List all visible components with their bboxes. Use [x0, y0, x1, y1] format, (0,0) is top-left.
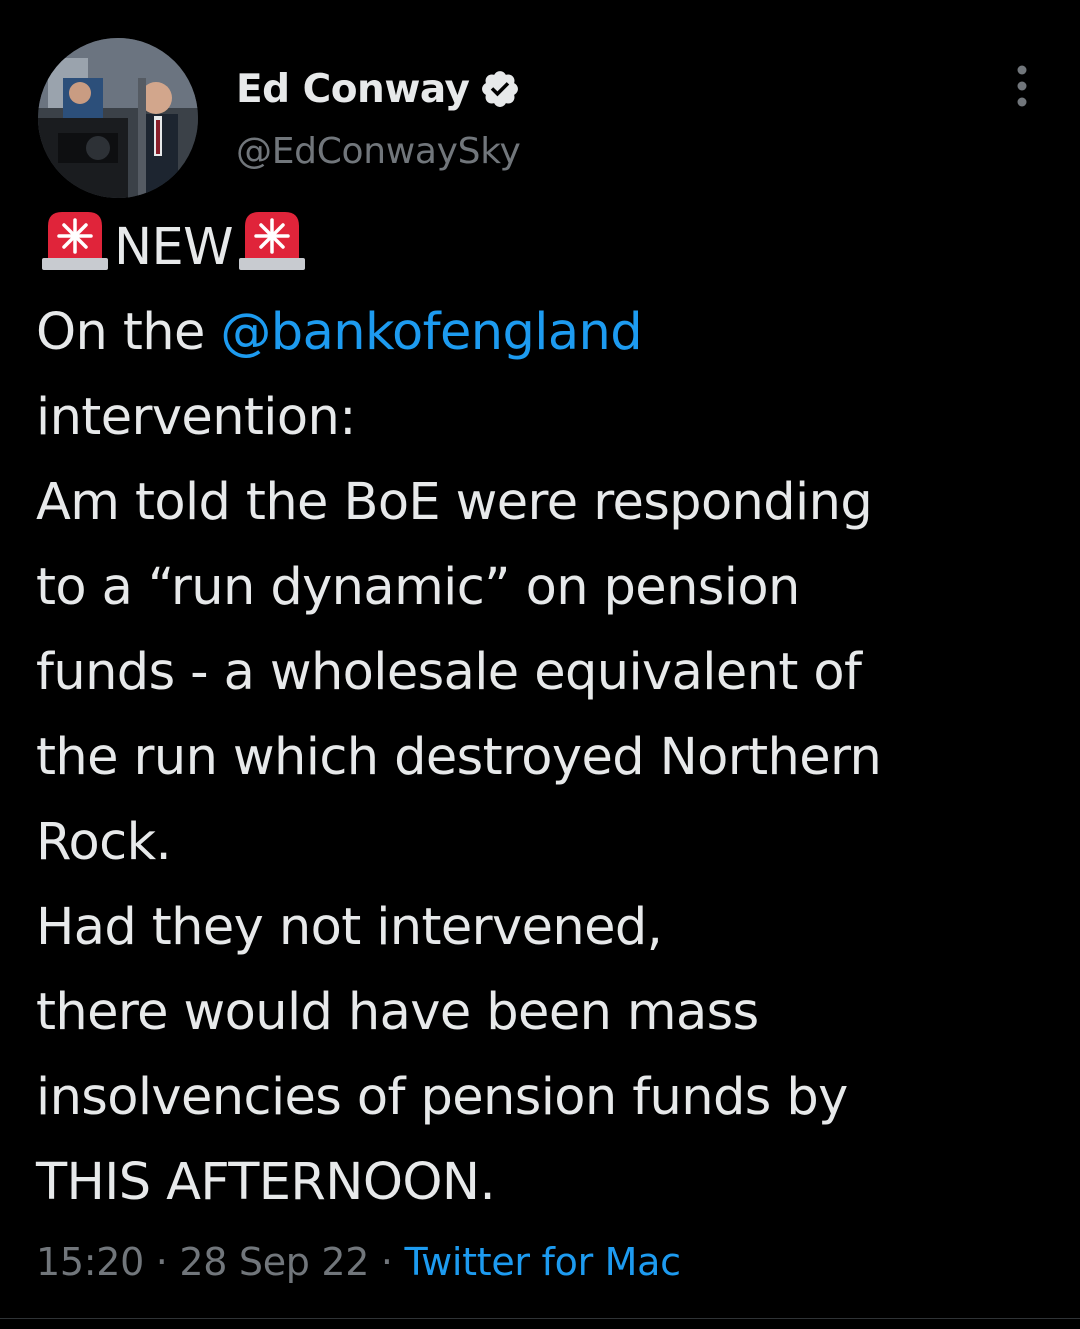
text-line: intervention:: [36, 388, 356, 447]
text-line: On the @bankofengland: [36, 290, 1046, 375]
mention-link[interactable]: @bankofengland: [220, 303, 642, 362]
tweet-text: NEW On the @bankofengland intervention: …: [36, 205, 1046, 1225]
police-light-emoji-icon: [42, 212, 108, 270]
verified-badge-icon: [482, 71, 519, 107]
text-line: there would have been mass: [36, 983, 759, 1042]
text-line: to a “run dynamic” on pension: [36, 558, 800, 617]
display-name[interactable]: Ed Conway: [236, 67, 470, 112]
meta-separator: ·: [144, 1240, 180, 1284]
tweet-date[interactable]: 28 Sep 22: [179, 1240, 369, 1284]
text-line: Am told the BoE were responding: [36, 473, 873, 532]
divider: [0, 1318, 1080, 1319]
tweet-meta: 15:20 · 28 Sep 22 · Twitter for Mac: [36, 1240, 681, 1284]
tweet-time[interactable]: 15:20: [36, 1240, 144, 1284]
new-label: NEW: [114, 218, 234, 277]
text-line: Had they not intervened,: [36, 898, 663, 957]
text-line: Rock.: [36, 813, 172, 872]
text-line: insolvencies of pension funds by: [36, 1068, 848, 1127]
text-fragment: On the: [36, 303, 221, 362]
text-line: funds - a wholesale equivalent of: [36, 643, 862, 702]
new-line: NEW: [36, 205, 1046, 290]
tweet-header: Ed Conway @EdConwaySky: [36, 36, 1046, 198]
avatar[interactable]: [38, 38, 198, 198]
name-row: Ed Conway: [236, 64, 521, 114]
user-handle[interactable]: @EdConwaySky: [236, 131, 521, 172]
text-line: the run which destroyed Northern: [36, 728, 882, 787]
police-light-emoji-icon: [239, 212, 306, 270]
source-link[interactable]: Twitter for Mac: [405, 1240, 682, 1284]
tweet-detail: Ed Conway @EdConwaySky NEW On the @banko…: [0, 0, 1080, 1329]
text-line: THIS AFTERNOON.: [36, 1153, 496, 1212]
meta-separator: ·: [369, 1240, 405, 1284]
more-options-icon[interactable]: [1008, 64, 1036, 108]
